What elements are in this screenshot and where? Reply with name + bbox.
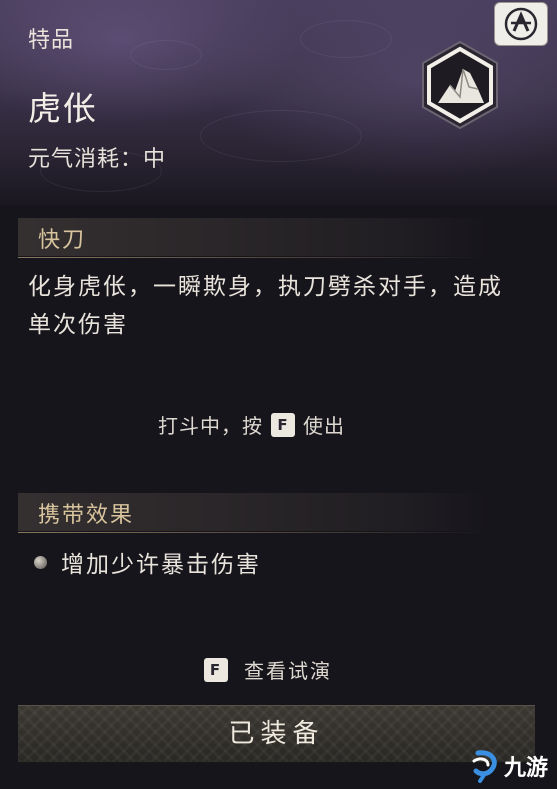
jiuyou-logo-icon xyxy=(472,750,497,783)
item-name: 虎伥 xyxy=(28,89,98,128)
energy-cost-label: 元气消耗 xyxy=(28,147,121,172)
cloud-pattern xyxy=(200,110,362,162)
watermark: 九游 xyxy=(470,749,548,783)
item-grade: 特品 xyxy=(28,28,75,53)
watermark-text: 九游 xyxy=(504,756,549,781)
carry-section-title: 携带效果 xyxy=(38,503,135,528)
cloud-pattern xyxy=(300,20,392,58)
bullet-dot-icon xyxy=(34,555,47,569)
skill-section-band xyxy=(18,218,488,256)
f-key-icon: F xyxy=(204,657,228,682)
use-hint-after: 使出 xyxy=(303,414,345,438)
energy-cost: 元气消耗：中 xyxy=(28,141,166,173)
equip-button[interactable]: 已装备 xyxy=(18,705,535,763)
mountain-emblem-icon xyxy=(422,40,498,130)
use-hint: 打斗中，按 F 使出 xyxy=(158,410,345,439)
energy-cost-separator: ： xyxy=(120,147,144,172)
skill-description: 化身虎伥，一瞬欺身，执刀劈杀对手，造成单次伤害 xyxy=(28,274,503,338)
preview-label: 查看试演 xyxy=(244,659,332,683)
preview-button[interactable]: F 查看试演 xyxy=(198,655,332,684)
use-hint-before: 打斗中，按 xyxy=(158,414,263,438)
skill-emblem xyxy=(414,39,506,131)
cloud-pattern xyxy=(130,40,202,70)
carry-effect-text: 增加少许暴击伤害 xyxy=(61,552,261,578)
skill-section-title: 快刀 xyxy=(38,228,87,253)
section-divider xyxy=(18,532,488,533)
carry-effect-item: 增加少许暴击伤害 xyxy=(34,545,261,579)
f-key-icon: F xyxy=(271,412,295,437)
equip-button-label: 已装备 xyxy=(228,719,325,749)
section-divider xyxy=(18,257,488,258)
item-detail-panel: 特品 虎伥 元气消耗：中 快刀 化身虎伥，一瞬欺身，执刀劈杀对手，造成单次伤害 … xyxy=(0,0,557,789)
energy-cost-value: 中 xyxy=(143,147,167,172)
